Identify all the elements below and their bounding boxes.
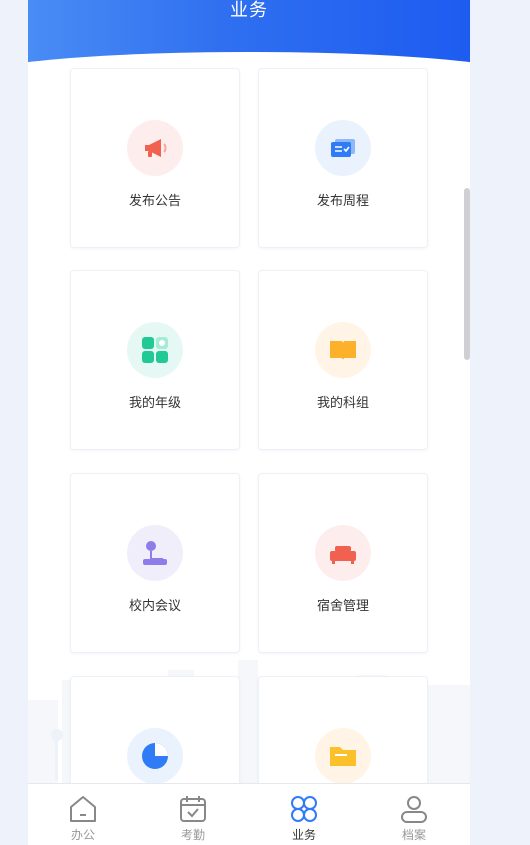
tab-attendance[interactable]: 考勤 [138, 784, 248, 845]
page-title: 业务 [230, 0, 268, 21]
card-label: 宿舍管理 [316, 599, 369, 614]
tab-label: 办公 [70, 828, 95, 842]
card-label: 我的年级 [128, 396, 181, 411]
card-label: 发布周程 [316, 194, 369, 209]
tab-records[interactable]: 档案 [359, 784, 469, 845]
card-my-subject-group[interactable]: 我的科组 [258, 270, 428, 450]
book-icon [315, 322, 371, 378]
card-label: 发布公告 [128, 194, 181, 209]
tab-label: 业务 [291, 828, 316, 842]
megaphone-icon [127, 120, 183, 176]
schedule-icon [315, 120, 371, 176]
calendar-check-icon [180, 796, 206, 822]
card-campus-meeting[interactable]: 校内会议 [70, 473, 240, 653]
profile-icon [401, 796, 427, 823]
tab-label: 档案 [401, 828, 426, 842]
card-publish-announcement[interactable]: 发布公告 [70, 68, 240, 248]
scrollbar[interactable] [464, 188, 470, 360]
app-screen: 业务 发布公告 发布周程 我的年级 我的科组 校内会议 宿舍管理 办公 考勤 业… [28, 0, 470, 845]
card-publish-schedule[interactable]: 发布周程 [258, 68, 428, 248]
folder-icon [315, 728, 371, 784]
card-my-grade[interactable]: 我的年级 [70, 270, 240, 450]
tab-office[interactable]: 办公 [28, 784, 138, 845]
card-label: 我的科组 [316, 396, 369, 411]
business-icon [291, 796, 317, 822]
bottom-tab-bar: 办公 考勤 业务 档案 [28, 783, 470, 845]
bed-icon [315, 525, 371, 581]
home-icon [70, 796, 96, 822]
grade-icon [127, 322, 183, 378]
tab-business[interactable]: 业务 [249, 784, 359, 845]
card-dorm-management[interactable]: 宿舍管理 [258, 473, 428, 653]
tab-label: 考勤 [180, 828, 205, 842]
microphone-icon [127, 525, 183, 581]
card-label: 校内会议 [128, 599, 181, 614]
pie-chart-icon [127, 728, 183, 784]
